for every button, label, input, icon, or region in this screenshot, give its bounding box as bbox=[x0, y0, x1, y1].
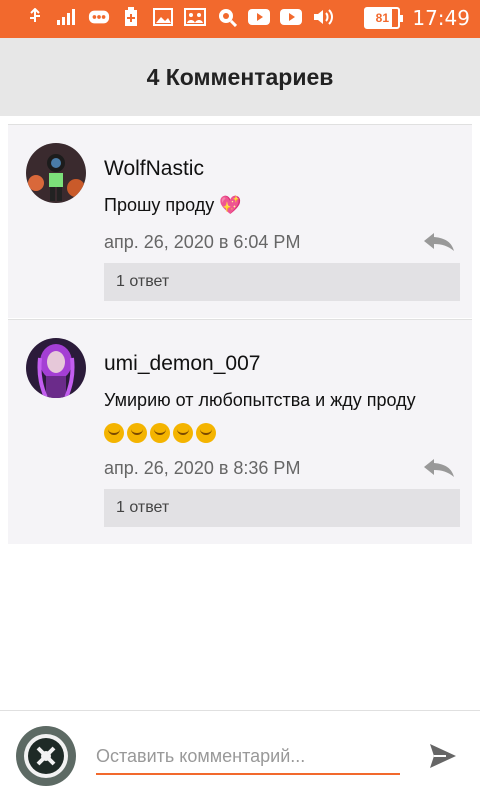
comment-composer bbox=[0, 710, 480, 800]
comment-card: umi_demon_007 Умирию от любопытства и жд… bbox=[8, 319, 472, 544]
people-icon bbox=[184, 6, 206, 28]
reply-icon[interactable] bbox=[422, 231, 458, 253]
comment-input[interactable] bbox=[96, 739, 400, 775]
clock: 17:49 bbox=[412, 6, 470, 30]
emoji-row bbox=[104, 422, 219, 444]
youtube-icon bbox=[248, 6, 270, 28]
image-icon bbox=[152, 6, 174, 28]
comment-date: апр. 26, 2020 в 8:36 PM bbox=[104, 458, 301, 478]
battery-level: 81 bbox=[375, 11, 390, 25]
signal-icon bbox=[56, 6, 78, 28]
avatar[interactable] bbox=[26, 338, 86, 398]
comment-text: Умирию от любопытства и жду проду bbox=[104, 384, 454, 448]
search-icon bbox=[216, 6, 238, 28]
avatar[interactable] bbox=[16, 726, 76, 786]
comment-author[interactable]: WolfNastic bbox=[104, 157, 204, 181]
emoji-icon bbox=[173, 423, 193, 444]
volume-icon bbox=[312, 6, 334, 28]
battery-icon: 81 bbox=[364, 7, 404, 29]
emoji-icon bbox=[196, 423, 216, 444]
header: 4 Комментариев bbox=[0, 38, 480, 116]
send-icon[interactable] bbox=[428, 741, 458, 771]
emoji-icon bbox=[127, 423, 147, 444]
replies-button[interactable]: 1 ответ bbox=[104, 489, 460, 527]
emoji-icon bbox=[104, 423, 124, 444]
comment-text-body: Умирию от любопытства и жду проду bbox=[104, 390, 416, 410]
replies-button[interactable]: 1 ответ bbox=[104, 263, 460, 301]
page-title: 4 Комментариев bbox=[146, 63, 334, 90]
battery-plus-icon bbox=[120, 6, 142, 28]
comment-author[interactable]: umi_demon_007 bbox=[104, 352, 260, 376]
comment-date: апр. 26, 2020 в 6:04 PM bbox=[104, 232, 301, 252]
emoji-icon bbox=[150, 423, 170, 444]
usb-icon bbox=[24, 6, 46, 28]
chat-icon bbox=[88, 6, 110, 28]
comment-text: Прошу проду 💖 bbox=[104, 195, 242, 215]
youtube-icon bbox=[280, 6, 302, 28]
avatar[interactable] bbox=[26, 143, 86, 203]
reply-icon[interactable] bbox=[422, 457, 458, 479]
status-bar: 81 17:49 bbox=[0, 0, 480, 38]
comment-card: WolfNastic Прошу проду 💖 апр. 26, 2020 в… bbox=[8, 124, 472, 318]
